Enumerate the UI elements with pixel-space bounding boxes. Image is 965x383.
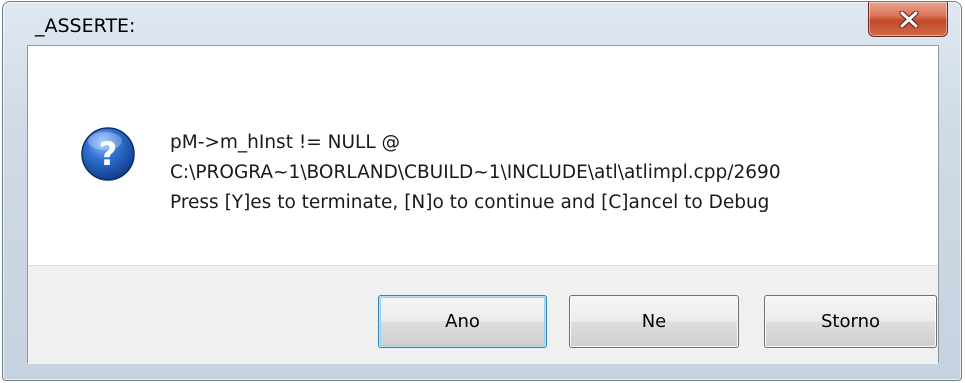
yes-button[interactable]: Ano bbox=[378, 295, 547, 348]
button-bar: Ano Ne Storno bbox=[28, 265, 938, 364]
cancel-button[interactable]: Storno bbox=[764, 295, 937, 348]
message-line-1: pM->m_hInst != NULL @ bbox=[170, 132, 401, 153]
dialog-window: _ASSERTE: ? pM->m_hInst != NULL @ C:\PRO… bbox=[2, 1, 962, 381]
svg-text:?: ? bbox=[99, 135, 118, 173]
window-title: _ASSERTE: bbox=[35, 15, 136, 37]
message-area: ? pM->m_hInst != NULL @ C:\PROGRA~1\BORL… bbox=[28, 46, 938, 265]
message-line-2: C:\PROGRA~1\BORLAND\CBUILD~1\INCLUDE\atl… bbox=[170, 162, 781, 183]
close-icon bbox=[899, 11, 919, 28]
close-button[interactable] bbox=[868, 2, 948, 37]
no-button[interactable]: Ne bbox=[569, 295, 739, 348]
title-bar[interactable]: _ASSERTE: bbox=[3, 2, 961, 44]
dialog-client-area: ? pM->m_hInst != NULL @ C:\PROGRA~1\BORL… bbox=[27, 45, 939, 364]
question-icon: ? bbox=[81, 127, 135, 181]
message-line-3: Press [Y]es to terminate, [N]o to contin… bbox=[170, 192, 770, 213]
